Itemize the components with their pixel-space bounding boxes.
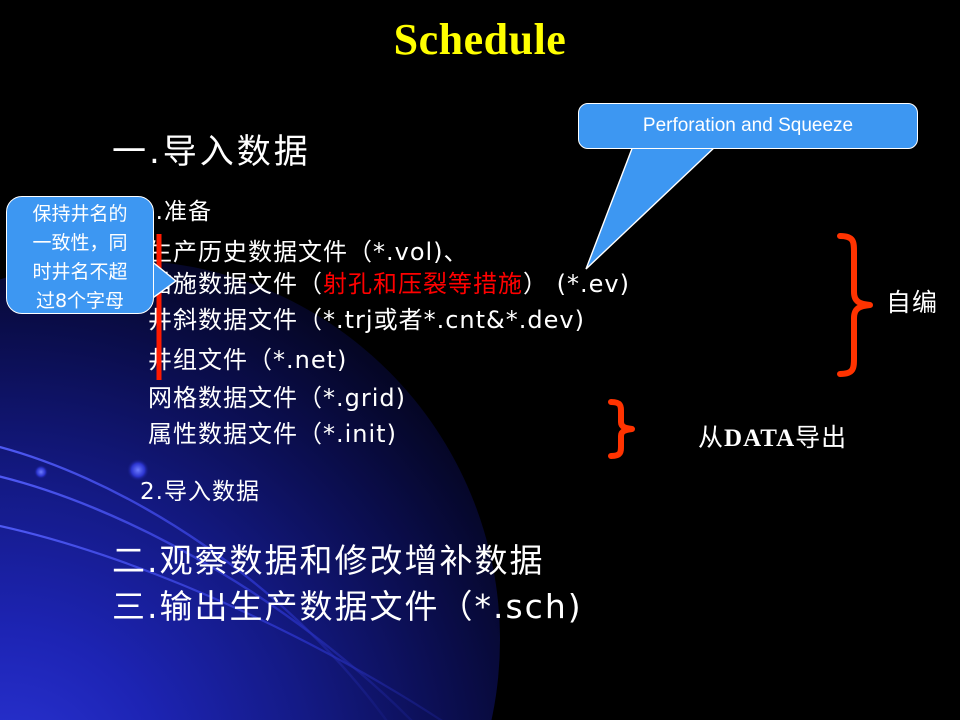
red-brace-large <box>837 233 873 377</box>
section-heading-one: 一.导入数据 <box>112 132 311 172</box>
file-line-trj: 井斜数据文件（*.trj或者*.cnt&*.dev) <box>148 300 585 335</box>
file-line-net: 井组文件（*.net) <box>148 340 347 375</box>
file-line-text: 网格数据文件（*.grid) <box>148 384 406 412</box>
brace-label-self-made: 自编 <box>886 288 939 317</box>
file-line-text: 属性数据文件（*.init) <box>148 420 397 448</box>
callout-top-tail <box>585 145 718 270</box>
callout-well-name-note[interactable]: 保持井名的 一致性，同 时井名不超 过8个字母 <box>6 196 154 314</box>
brace-label-prefix: 从 <box>698 423 725 452</box>
file-line-highlight: 射孔和压裂等措施 <box>323 270 523 298</box>
file-line-text: 井斜数据文件（*.trj或者*.cnt&*.dev) <box>148 306 585 334</box>
page-title: Schedule <box>393 15 567 64</box>
callout-left-line3: 时井名不超 <box>32 261 128 283</box>
file-line-text: 井组文件（*.net) <box>148 346 348 374</box>
red-brace-small <box>608 399 635 459</box>
file-line-text-post: ） (*.ev) <box>523 270 630 298</box>
file-line-init: 属性数据文件（*.init) <box>148 414 397 449</box>
brace-label-suffix: 导出 <box>795 423 848 452</box>
slide-canvas: Schedule 一.导入数据 1.准备 生产历史数据文件（*.vol)、 措施… <box>0 0 960 720</box>
file-line-text: 生产历史数据文件（*.vol)、 <box>148 238 469 266</box>
callout-left-line4: 过8个字母 <box>35 290 125 312</box>
file-line-ev: 措施数据文件（射孔和压裂等措施） (*.ev) <box>148 264 630 299</box>
callout-perforation-and-squeeze[interactable]: Perforation and Squeeze <box>578 103 918 149</box>
section-heading-three: 三.输出生产数据文件（*.sch) <box>112 587 583 626</box>
brace-label-from-data: 从DATA导出 <box>698 418 847 454</box>
callout-left-line2: 一致性，同 <box>32 232 128 254</box>
file-line-grid: 网格数据文件（*.grid) <box>148 378 406 413</box>
section-heading-two: 二.观察数据和修改增补数据 <box>112 541 545 580</box>
file-line-vol: 生产历史数据文件（*.vol)、 <box>148 232 469 267</box>
sub-heading-import: 2.导入数据 <box>140 479 260 505</box>
callout-left-line1: 保持井名的 <box>32 203 128 225</box>
brace-label-data: DATA <box>724 425 796 452</box>
file-line-text: 措施数据文件（ <box>148 270 323 298</box>
callout-top-text: Perforation and Squeeze <box>642 115 854 136</box>
decorative-dot <box>34 465 48 479</box>
